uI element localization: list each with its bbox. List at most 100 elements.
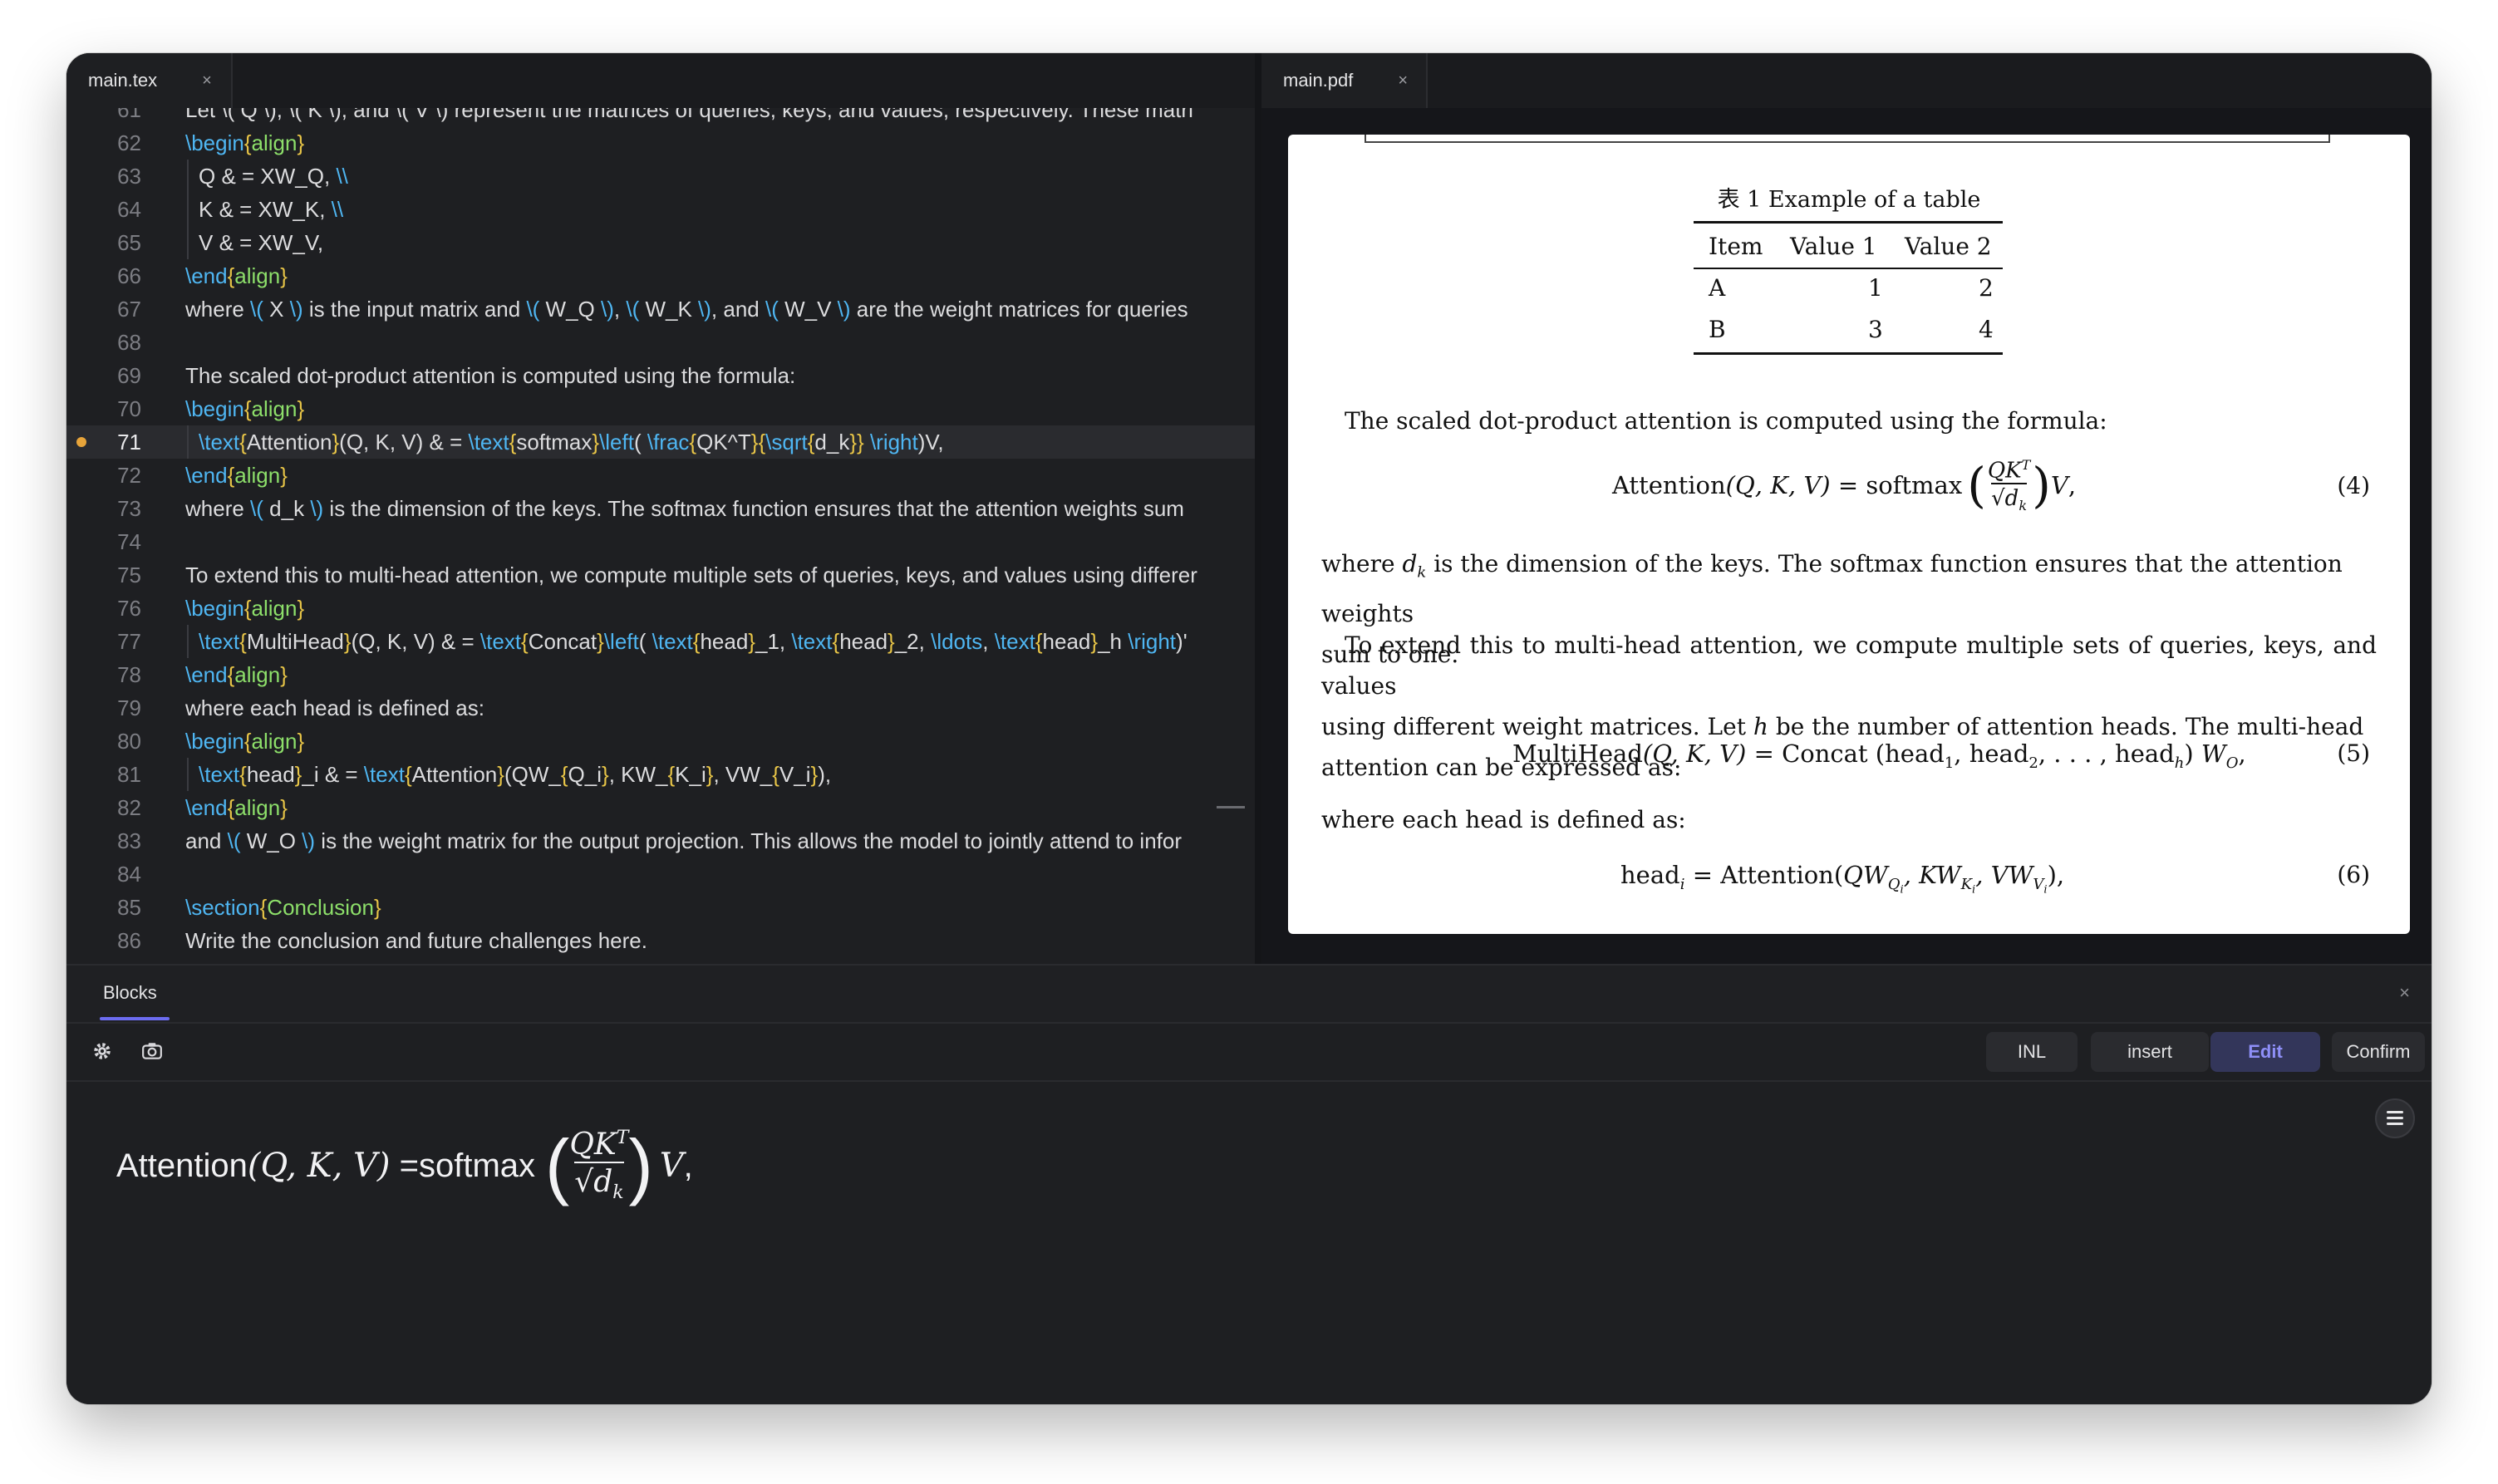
table-cell: 2 <box>1979 274 1994 302</box>
editor-tabbar: main.tex × <box>66 53 1255 110</box>
tab-label: main.tex <box>88 70 158 91</box>
equation-number: (6) <box>2337 861 2370 888</box>
code-line: 68 <box>66 326 1255 359</box>
line-text: \begin{align} <box>185 130 305 155</box>
line-text: To extend this to multi-head attention, … <box>185 562 1197 587</box>
line-text: Write the conclusion and future challeng… <box>185 927 647 953</box>
tab-main-tex[interactable]: main.tex × <box>66 53 233 108</box>
code-line: 65 V & = XW_V, <box>66 226 1255 259</box>
code-line: 69 The scaled dot-product attention is co… <box>66 359 1255 392</box>
line-number: 84 <box>117 861 141 887</box>
confirm-button[interactable]: Confirm <box>2332 1032 2425 1072</box>
line-number: 63 <box>117 163 141 189</box>
line-number: 79 <box>117 695 141 720</box>
code-line: 75 To extend this to multi-head attention… <box>66 558 1255 592</box>
code-line: 74 <box>66 525 1255 558</box>
code-line: 70 \begin{align} <box>66 392 1255 425</box>
close-icon[interactable]: × <box>2399 982 2410 1004</box>
code-line: 76 \begin{align} <box>66 592 1255 625</box>
code-line: 80 \begin{align} <box>66 725 1255 758</box>
code-line: 85 \section{Conclusion} <box>66 891 1255 924</box>
code-line: 66 \end{align} <box>66 259 1255 292</box>
formula-preview[interactable]: Attention (Q, K, V) =softmax ( QKT √dk ) … <box>116 1123 693 1208</box>
line-text: where \( d_k \) is the dimension of the … <box>185 495 1184 521</box>
inl-button[interactable]: INL <box>1986 1032 2078 1072</box>
blocks-tabbar: Blocks × <box>66 966 2432 1024</box>
line-text: V & = XW_V, <box>199 229 324 255</box>
pdf-page: 表 1 Example of a table Item Value 1 Valu… <box>1288 135 2410 934</box>
code-line: 78 \end{align} <box>66 658 1255 691</box>
line-number: 73 <box>117 495 141 521</box>
pdf-tabbar: main.pdf × <box>1261 53 2432 110</box>
line-number: 65 <box>117 229 141 255</box>
close-icon[interactable]: × <box>1398 71 1408 91</box>
close-icon[interactable]: × <box>202 71 212 91</box>
line-text: \begin{align} <box>185 396 305 421</box>
line-text: \text{MultiHead}(Q, K, V) & = \text{Conc… <box>199 628 1188 654</box>
equation-5: MultiHead(Q, K, V) = Concat (head1, head… <box>1512 740 2246 772</box>
table-cell: 3 <box>1868 316 1883 343</box>
line-number: 61 <box>117 108 141 122</box>
code-line: 81 \text{head}_i & = \text{Attention}(QW_… <box>66 758 1255 791</box>
table-cell: A <box>1709 274 1726 302</box>
tab-main-pdf[interactable]: main.pdf × <box>1261 53 1428 108</box>
gear-icon[interactable] <box>91 1040 113 1062</box>
pdf-paragraph: where each head is defined as: <box>1321 806 1686 833</box>
line-text: \end{align} <box>185 462 288 488</box>
code-line: 84 <box>66 857 1255 891</box>
equation-6: headi = Attention(QWQi, KWKi, VWVi), <box>1620 861 2065 897</box>
active-tab-indicator <box>100 1017 170 1020</box>
line-text: \end{align} <box>185 661 288 687</box>
line-text: \section{Conclusion} <box>185 894 381 920</box>
line-number: 67 <box>117 296 141 322</box>
line-number: 86 <box>117 927 141 953</box>
line-number: 64 <box>117 196 141 222</box>
insert-button[interactable]: insert <box>2091 1032 2209 1072</box>
code-line: 72 \end{align} <box>66 459 1255 492</box>
code-line: 67 where \( X \) is the input matrix and … <box>66 292 1255 326</box>
code-line: 79 where each head is defined as: <box>66 691 1255 725</box>
equation-number: (5) <box>2337 740 2370 767</box>
table-header: Item <box>1709 233 1763 260</box>
line-text: where each head is defined as: <box>185 695 484 720</box>
code-line: 86 Write the conclusion and future challe… <box>66 924 1255 957</box>
line-text: The scaled dot-product attention is comp… <box>185 362 796 388</box>
tab-blocks[interactable]: Blocks <box>103 966 157 1020</box>
pdf-viewer[interactable]: 表 1 Example of a table Item Value 1 Valu… <box>1261 108 2432 964</box>
line-text: and \( W_O \) is the weight matrix for t… <box>185 828 1183 853</box>
line-number: 78 <box>117 661 141 687</box>
table-cell: 4 <box>1979 316 1994 343</box>
line-text: where \( X \) is the input matrix and \(… <box>185 296 1188 322</box>
code-line: 62 \begin{align} <box>66 126 1255 160</box>
code-line: 77 \text{MultiHead}(Q, K, V) & = \text{Co… <box>66 625 1255 658</box>
equation-4: Attention(Q, K, V) = softmax ( QKT √dk )… <box>1612 456 2077 514</box>
line-text: \text{Attention}(Q, K, V) & = \text{soft… <box>199 429 944 455</box>
table-header: Value 1 <box>1790 233 1877 260</box>
line-number: 72 <box>117 462 141 488</box>
line-text: \text{head}_i & = \text{Attention}(QW_{Q… <box>199 761 832 787</box>
split-divider[interactable] <box>1255 53 1261 964</box>
line-text: \end{align} <box>185 263 288 288</box>
line-number: 68 <box>117 329 141 355</box>
line-text: \begin{align} <box>185 728 305 754</box>
code-line-active: 71 \text{Attention}(Q, K, V) & = \text{so… <box>66 425 1255 459</box>
table-header: Value 2 <box>1905 233 1992 260</box>
line-number: 80 <box>117 728 141 754</box>
code-line: 64 K & = XW_K, \\ <box>66 193 1255 226</box>
line-text: K & = XW_K, \\ <box>199 196 344 222</box>
code-editor[interactable]: 61 Let \( Q \), \( K \), and \( V \) rep… <box>66 108 1255 964</box>
equation-number: (4) <box>2337 472 2370 499</box>
line-number: 76 <box>117 595 141 621</box>
line-number: 74 <box>117 528 141 554</box>
blocks-panel: Blocks × INL insert Edit Confirm Attenti… <box>66 964 2432 1404</box>
table-caption: 表 1 Example of a table <box>1717 187 1981 213</box>
line-number: 85 <box>117 894 141 920</box>
camera-icon[interactable] <box>141 1040 163 1062</box>
line-number: 71 <box>117 429 141 455</box>
line-number: 66 <box>117 263 141 288</box>
table-cell: 1 <box>1868 274 1883 302</box>
line-number: 69 <box>117 362 141 388</box>
edit-button[interactable]: Edit <box>2210 1032 2320 1072</box>
line-text: Q & = XW_Q, \\ <box>199 163 348 189</box>
hamburger-menu-icon[interactable] <box>2375 1098 2415 1138</box>
